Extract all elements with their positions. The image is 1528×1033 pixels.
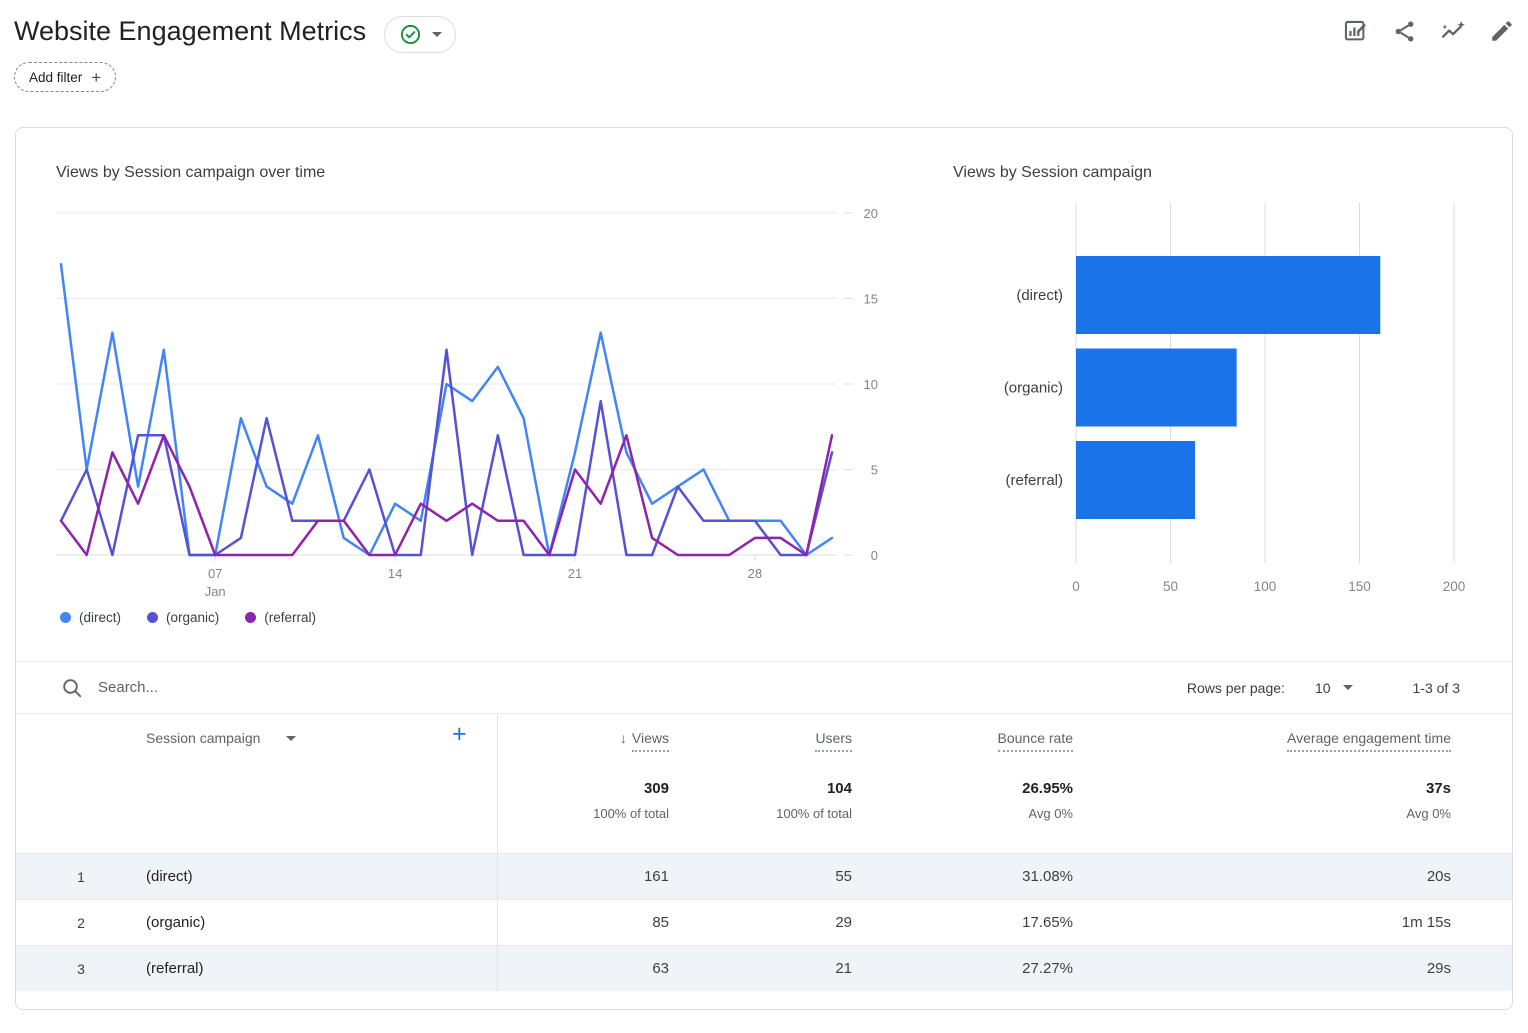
- users-column-header[interactable]: Users: [815, 730, 852, 752]
- legend-dot: [60, 612, 71, 623]
- plus-icon: +: [91, 67, 102, 87]
- search-icon: [61, 677, 83, 699]
- svg-text:(referral): (referral): [1005, 472, 1063, 489]
- bounce-rate-column-header[interactable]: Bounce rate: [997, 730, 1073, 752]
- svg-text:100: 100: [1254, 579, 1277, 594]
- line-chart: 0 5 10 15 20 07 Jan 14 21 28: [56, 206, 878, 599]
- chart-legend: (direct) (organic) (referral): [60, 610, 316, 625]
- bounce-rate-cell: 27.27%: [1022, 960, 1073, 977]
- bounce-rate-cell: 31.08%: [1022, 868, 1073, 885]
- svg-text:200: 200: [1443, 579, 1466, 594]
- engagement-time-column-header[interactable]: Average engagement time: [1287, 730, 1451, 752]
- users-total-sub: 100% of total: [776, 806, 852, 821]
- bounce-rate-cell: 17.65%: [1022, 914, 1073, 931]
- engagement-time-cell: 1m 15s: [1401, 914, 1451, 931]
- svg-text:0: 0: [871, 548, 878, 563]
- users-cell: 29: [835, 914, 852, 931]
- legend-label: (direct): [79, 610, 122, 625]
- svg-text:20: 20: [864, 206, 878, 221]
- row-range-label: 1-3 of 3: [1412, 679, 1460, 696]
- metric-headers: ↓ Views 309 100% of total Users 104 100%…: [497, 714, 1512, 853]
- edit-chart-icon[interactable]: [1341, 18, 1369, 46]
- report-status-badge[interactable]: [384, 16, 456, 53]
- legend-label: (organic): [166, 610, 220, 625]
- engagement-time-cell: 29s: [1426, 960, 1451, 977]
- svg-text:(direct): (direct): [1016, 287, 1063, 304]
- rows-per-page-label: Rows per page:: [1186, 679, 1285, 696]
- svg-text:150: 150: [1348, 579, 1371, 594]
- sort-desc-icon: ↓: [619, 730, 627, 746]
- campaign-cell: (referral): [146, 960, 204, 977]
- report-card: Views by Session campaign over time 0 5 10…: [15, 127, 1513, 1010]
- svg-text:14: 14: [388, 566, 402, 581]
- line-chart-title: Views by Session campaign over time: [56, 164, 326, 181]
- page-title: Website Engagement Metrics: [14, 16, 367, 46]
- table-row: 3 (referral) 63 21 27.27% 29s: [16, 945, 1512, 991]
- bar-chart: 0 50 100 150 200 (direct) (organic) (referral): [1004, 203, 1466, 594]
- bar-chart-title: Views by Session campaign: [953, 164, 1152, 181]
- row-index: 3: [77, 960, 85, 977]
- users-cell: 21: [835, 960, 852, 977]
- dimension-header-button[interactable]: Session campaign: [146, 730, 297, 746]
- bounce-rate-total-sub: Avg 0%: [1028, 806, 1073, 821]
- views-cell: 63: [652, 960, 669, 977]
- users-total: 104: [826, 780, 852, 797]
- chevron-down-icon: [431, 32, 442, 37]
- toolbar: [1341, 18, 1516, 46]
- table-row: 2 (organic) 85 29 17.65% 1m 15s: [16, 899, 1512, 945]
- rows-per-page-select[interactable]: 10: [1315, 680, 1331, 696]
- views-total-sub: 100% of total: [593, 806, 669, 821]
- legend-dot: [245, 612, 257, 623]
- legend-item: (referral): [245, 610, 316, 625]
- engagement-time-cell: 20s: [1426, 868, 1451, 885]
- svg-text:10: 10: [864, 377, 878, 392]
- add-column-button[interactable]: +: [452, 720, 467, 749]
- search-input[interactable]: [98, 679, 418, 696]
- add-filter-button[interactable]: Add filter +: [14, 62, 117, 92]
- dimension-column-header: Session campaign +: [16, 714, 497, 853]
- legend-item: (organic): [147, 610, 219, 625]
- legend-item: (direct): [60, 610, 121, 625]
- check-circle-icon: [399, 23, 422, 46]
- bounce-rate-total: 26.95%: [1022, 780, 1073, 797]
- users-cell: 55: [835, 868, 852, 885]
- legend-dot: [147, 612, 159, 623]
- table-header: Session campaign + ↓ Views 309 100% of t…: [16, 713, 1512, 853]
- row-index: 2: [77, 914, 85, 931]
- svg-text:15: 15: [864, 292, 878, 307]
- engagement-time-total: 37s: [1425, 780, 1451, 797]
- analytics-report-page: Website Engagement Metrics Add filter + …: [0, 0, 1528, 1033]
- chevron-down-icon: [286, 735, 297, 741]
- table-row: 1 (direct) 161 55 31.08% 20s: [16, 853, 1512, 899]
- campaign-cell: (direct): [146, 868, 193, 885]
- row-index: 1: [77, 868, 85, 885]
- svg-text:28: 28: [748, 566, 762, 581]
- add-filter-label: Add filter: [29, 69, 83, 85]
- legend-label: (referral): [264, 610, 317, 625]
- views-cell: 85: [652, 914, 669, 931]
- insights-icon[interactable]: [1439, 18, 1467, 46]
- svg-text:(organic): (organic): [1004, 380, 1063, 397]
- svg-text:0: 0: [1072, 579, 1080, 594]
- pagination-bar: Rows per page: 10 1-3 of 3: [1187, 662, 1460, 713]
- svg-text:Jan: Jan: [205, 584, 226, 599]
- dimension-header-label: Session campaign: [146, 730, 261, 746]
- svg-text:07: 07: [208, 566, 222, 581]
- svg-text:50: 50: [1163, 579, 1178, 594]
- edit-icon[interactable]: [1488, 18, 1516, 46]
- views-cell: 161: [643, 868, 669, 885]
- campaign-cell: (organic): [146, 914, 206, 931]
- views-column-header[interactable]: ↓ Views: [620, 730, 669, 752]
- svg-text:21: 21: [568, 566, 582, 581]
- views-total: 309: [643, 780, 669, 797]
- engagement-time-total-sub: Avg 0%: [1406, 806, 1451, 821]
- svg-text:5: 5: [871, 463, 878, 478]
- chevron-down-icon[interactable]: [1342, 685, 1353, 690]
- share-icon[interactable]: [1390, 18, 1418, 46]
